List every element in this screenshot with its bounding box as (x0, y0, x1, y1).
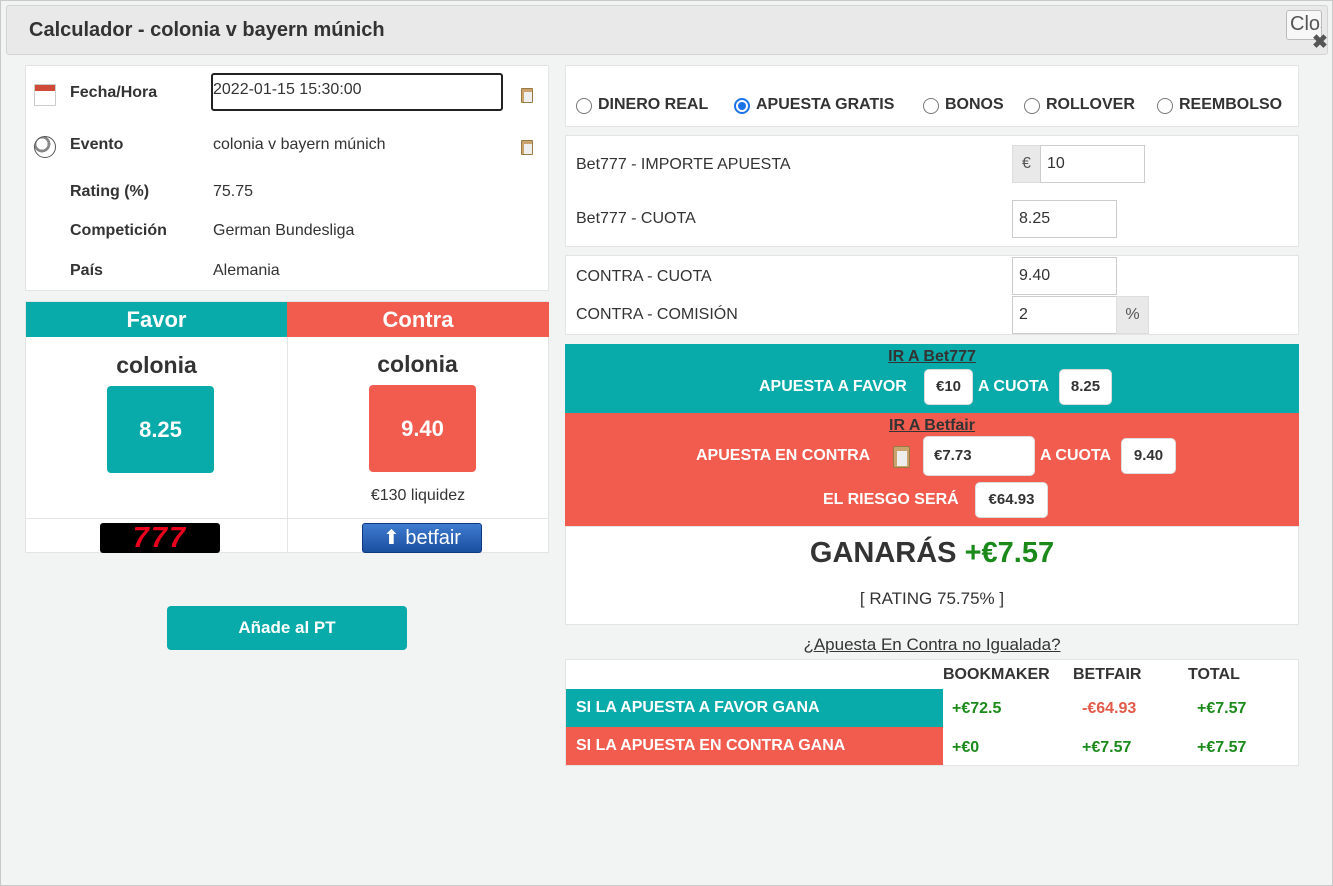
cuota-input[interactable]: 8.25 (1012, 200, 1117, 238)
ir-a-betfair-link[interactable]: IR A Betfair (565, 417, 1299, 435)
currency-addon: € (1012, 145, 1041, 183)
ganaras-amount: +€7.57 (964, 537, 1055, 569)
favor-odds-chip[interactable]: 8.25 (1059, 369, 1112, 405)
cuota-label: Bet777 - CUOTA (576, 210, 696, 227)
contra-liquidity: €130 liquidez (370, 487, 466, 504)
radio-circle[interactable] (1157, 98, 1173, 114)
favor-amount-chip[interactable]: €10 (924, 369, 973, 405)
calculator-dialog: Calculador - colonia v bayern múnich Clo… (0, 0, 1333, 886)
pais-label: País (70, 262, 103, 279)
evento-value: colonia v bayern múnich (213, 136, 386, 153)
favor-contra-panel: Favor Contra colonia colonia 8.25 9.40 €… (25, 301, 549, 553)
riesgo-text: EL RIESGO SERÁ (823, 491, 959, 508)
importe-input[interactable]: 10 (1040, 145, 1145, 183)
header-bookmaker: BOOKMAKER (943, 666, 1050, 683)
result-rating: [ RATING 75.75% ] (859, 589, 1005, 608)
betfair-logo-text: betfair (405, 527, 461, 549)
riesgo-amount-chip[interactable]: €64.93 (975, 482, 1048, 518)
radio-label: DINERO REAL (598, 96, 709, 113)
header-betfair: BETFAIR (1073, 666, 1142, 683)
bet-mode-panel: DINERO REAL APUESTA GRATIS BONOS ROLLOVE… (565, 65, 1299, 127)
stake-panel: Bet777 - IMPORTE APUESTA € 10 Bet777 - C… (565, 135, 1299, 247)
radio-label: REEMBOLSO (1179, 96, 1283, 113)
row-favor-bookmaker: +€72.5 (952, 700, 1002, 717)
fecha-row: Fecha/Hora 2022-01-15 15:30:00 (26, 73, 548, 114)
ganaras-label: GANARÁS (809, 537, 957, 569)
contra-header: Contra (287, 302, 549, 337)
radio-circle-selected[interactable] (734, 98, 750, 114)
radio-label: BONOS (945, 96, 1004, 113)
copy-fecha-icon[interactable] (521, 88, 533, 103)
contra-team: colonia (377, 351, 458, 377)
row-contra-total: +€7.57 (1197, 739, 1247, 756)
competicion-label: Competición (70, 222, 167, 239)
add-to-pt-button[interactable]: Añade al PT (167, 606, 407, 650)
radio-circle[interactable] (923, 98, 939, 114)
radio-circle[interactable] (1024, 98, 1040, 114)
competicion-value: German Bundesliga (213, 222, 355, 239)
fecha-label: Fecha/Hora (70, 84, 158, 101)
favor-instructions: IR A Bet777 APUESTA A FAVOR €10 A CUOTA … (565, 344, 1299, 413)
favor-header: Favor (26, 302, 287, 337)
a-cuota-text: A CUOTA (1040, 447, 1112, 464)
dialog-titlebar: Calculador - colonia v bayern múnich (6, 5, 1328, 55)
contra-comision-input[interactable]: 2 (1012, 296, 1117, 334)
apuesta-contra-text: APUESTA EN CONTRA (696, 447, 871, 464)
copy-contra-amount-icon[interactable] (893, 446, 910, 468)
rating-label: Rating (%) (70, 183, 150, 200)
contra-odds[interactable]: 9.40 (369, 385, 476, 472)
unmatched-lay-link[interactable]: ¿Apuesta En Contra no Igualada? (565, 635, 1299, 655)
calendar-icon (34, 84, 56, 106)
contra-odds-chip[interactable]: 9.40 (1121, 438, 1176, 474)
contra-cuota-input[interactable]: 9.40 (1012, 257, 1117, 295)
header-total: TOTAL (1188, 666, 1240, 683)
row-favor-total: +€7.57 (1197, 700, 1247, 717)
fecha-input[interactable]: 2022-01-15 15:30:00 (211, 73, 503, 111)
row-contra-bookmaker: +€0 (952, 739, 980, 756)
outcomes-table: BOOKMAKER BETFAIR TOTAL SI LA APUESTA A … (565, 659, 1299, 766)
a-cuota-text: A CUOTA (978, 378, 1050, 395)
contra-instructions: IR A Betfair APUESTA EN CONTRA €7.73 A C… (565, 413, 1299, 526)
contra-amount-input[interactable]: €7.73 (923, 436, 1035, 476)
close-icon[interactable]: ✖ (1312, 31, 1328, 54)
dialog-title: Calculador - colonia v bayern múnich (29, 19, 385, 41)
evento-row: Evento colonia v bayern múnich (26, 136, 548, 166)
result-panel: GANARÁS +€7.57 [ RATING 75.75% ] (565, 526, 1299, 625)
football-icon (34, 136, 56, 158)
pais-value: Alemania (213, 262, 280, 279)
radio-label: APUESTA GRATIS (756, 96, 895, 113)
copy-evento-icon[interactable] (521, 140, 533, 155)
ir-a-bet777-link[interactable]: IR A Bet777 (565, 348, 1299, 366)
row-contra-gana-label: SI LA APUESTA EN CONTRA GANA (566, 727, 943, 765)
competicion-row: Competición German Bundesliga (26, 222, 548, 252)
row-favor-betfair: -€64.93 (1082, 700, 1137, 717)
evento-label: Evento (70, 136, 124, 153)
bet777-logo[interactable]: 777 (100, 523, 220, 553)
favor-odds[interactable]: 8.25 (107, 386, 214, 473)
row-contra-betfair: +€7.57 (1082, 739, 1132, 756)
favor-team: colonia (116, 352, 197, 378)
contra-comision-label: CONTRA - COMISIÓN (576, 306, 738, 323)
importe-label: Bet777 - IMPORTE APUESTA (576, 156, 791, 173)
event-info-panel: Fecha/Hora 2022-01-15 15:30:00 Evento co… (25, 65, 549, 291)
rating-row: Rating (%) 75.75 (26, 183, 548, 213)
pais-row: País Alemania (26, 262, 548, 292)
row-favor-gana-label: SI LA APUESTA A FAVOR GANA (566, 689, 943, 727)
radio-label: ROLLOVER (1046, 96, 1135, 113)
betfair-logo[interactable]: ⬆ betfair (362, 523, 482, 553)
contra-cuota-label: CONTRA - CUOTA (576, 268, 712, 285)
ganaras-line: GANARÁS +€7.57 (566, 537, 1298, 570)
percent-addon: % (1116, 296, 1149, 334)
rating-value: 75.75 (213, 183, 254, 200)
row-divider (26, 518, 549, 519)
apuesta-favor-text: APUESTA A FAVOR (759, 378, 907, 395)
radio-circle[interactable] (576, 98, 592, 114)
lay-panel: CONTRA - CUOTA 9.40 CONTRA - COMISIÓN 2 … (565, 255, 1299, 335)
